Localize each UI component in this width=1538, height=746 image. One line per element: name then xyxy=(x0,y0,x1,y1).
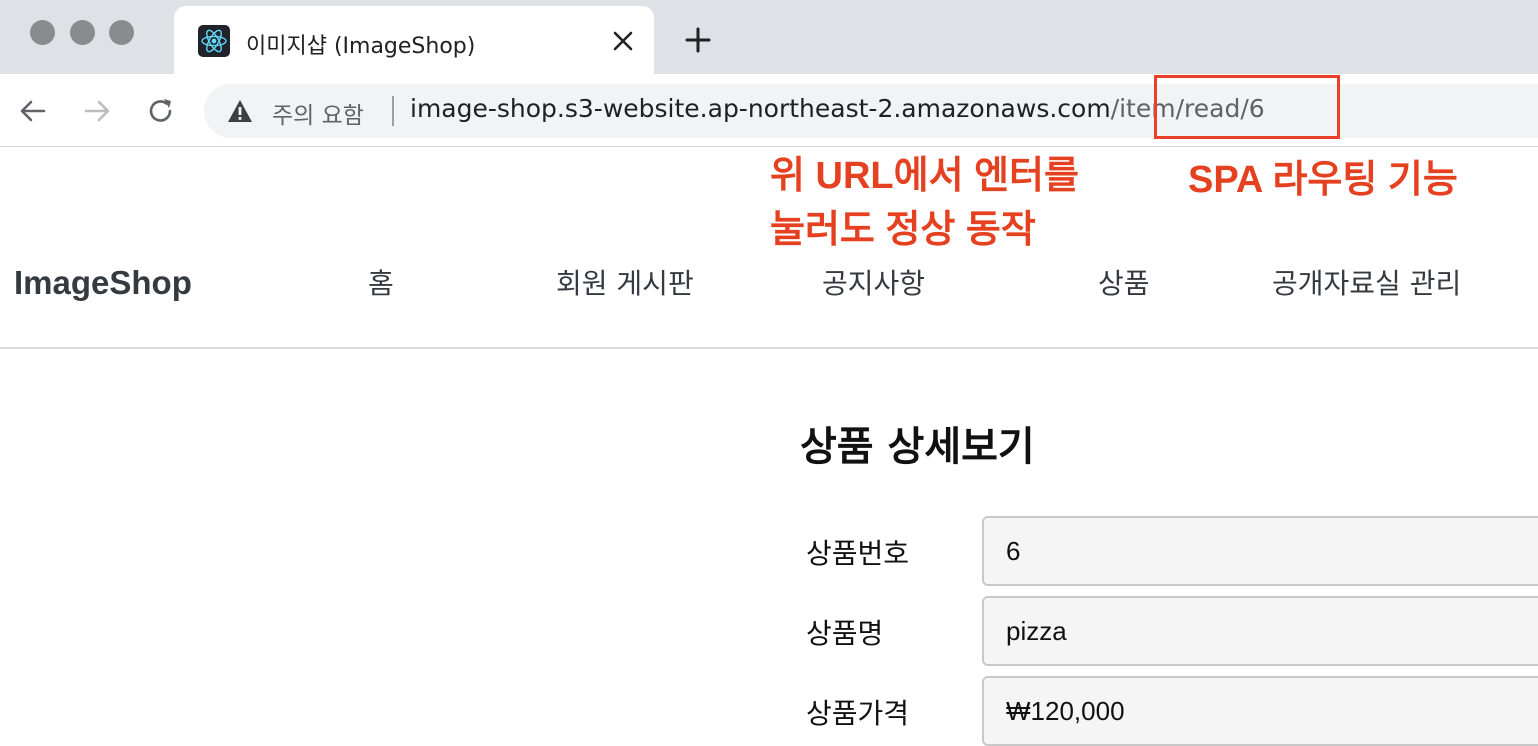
item-name-label: 상품명 xyxy=(806,617,884,650)
url-separator xyxy=(392,96,394,126)
tab-bar: 이미지샵 (ImageShop) xyxy=(0,0,1538,74)
brand-logo[interactable]: ImageShop xyxy=(14,264,192,302)
nav-item-items[interactable]: 상품 xyxy=(1098,262,1150,302)
item-name-field[interactable]: pizza xyxy=(982,596,1538,666)
url-text[interactable]: image-shop.s3-website.ap-northeast-2.ama… xyxy=(410,94,1265,123)
close-tab-icon[interactable] xyxy=(610,28,636,54)
back-arrow-icon[interactable] xyxy=(18,96,48,126)
new-tab-icon[interactable] xyxy=(684,26,712,54)
warning-icon[interactable] xyxy=(226,98,254,124)
maximize-window-button[interactable] xyxy=(109,20,134,45)
reload-icon[interactable] xyxy=(146,96,176,126)
browser-tab[interactable]: 이미지샵 (ImageShop) xyxy=(174,6,654,74)
security-status[interactable]: 주의 요함 xyxy=(272,96,364,130)
nav-item-member-board[interactable]: 회원 게시판 xyxy=(556,262,694,302)
url-host: image-shop.s3-website.ap-northeast-2.ama… xyxy=(410,94,1111,123)
nav-item-home[interactable]: 홈 xyxy=(368,262,394,302)
forward-arrow-icon[interactable] xyxy=(82,96,112,126)
close-window-button[interactable] xyxy=(30,20,55,45)
react-icon xyxy=(198,25,230,57)
page-title: 상품 상세보기 xyxy=(800,424,1035,470)
item-id-label: 상품번호 xyxy=(806,537,910,570)
tab-title: 이미지샵 (ImageShop) xyxy=(246,34,476,59)
nav-item-notice[interactable]: 공지사항 xyxy=(822,262,925,302)
item-price-field[interactable]: ₩120,000 xyxy=(982,676,1538,746)
minimize-window-button[interactable] xyxy=(70,20,95,45)
nav-item-pds-admin[interactable]: 공개자료실 관리 xyxy=(1272,262,1461,302)
annotation-spa: SPA 라우팅 기능 xyxy=(1188,159,1458,201)
item-id-field[interactable]: 6 xyxy=(982,516,1538,586)
url-path-highlight-box xyxy=(1154,75,1340,139)
annotation-line-2: 눌러도 정상 동작 xyxy=(770,209,1036,251)
navbar-divider xyxy=(0,347,1538,349)
item-price-label: 상품가격 xyxy=(806,697,910,730)
annotation-line-1: 위 URL에서 엔터를 xyxy=(770,155,1079,197)
